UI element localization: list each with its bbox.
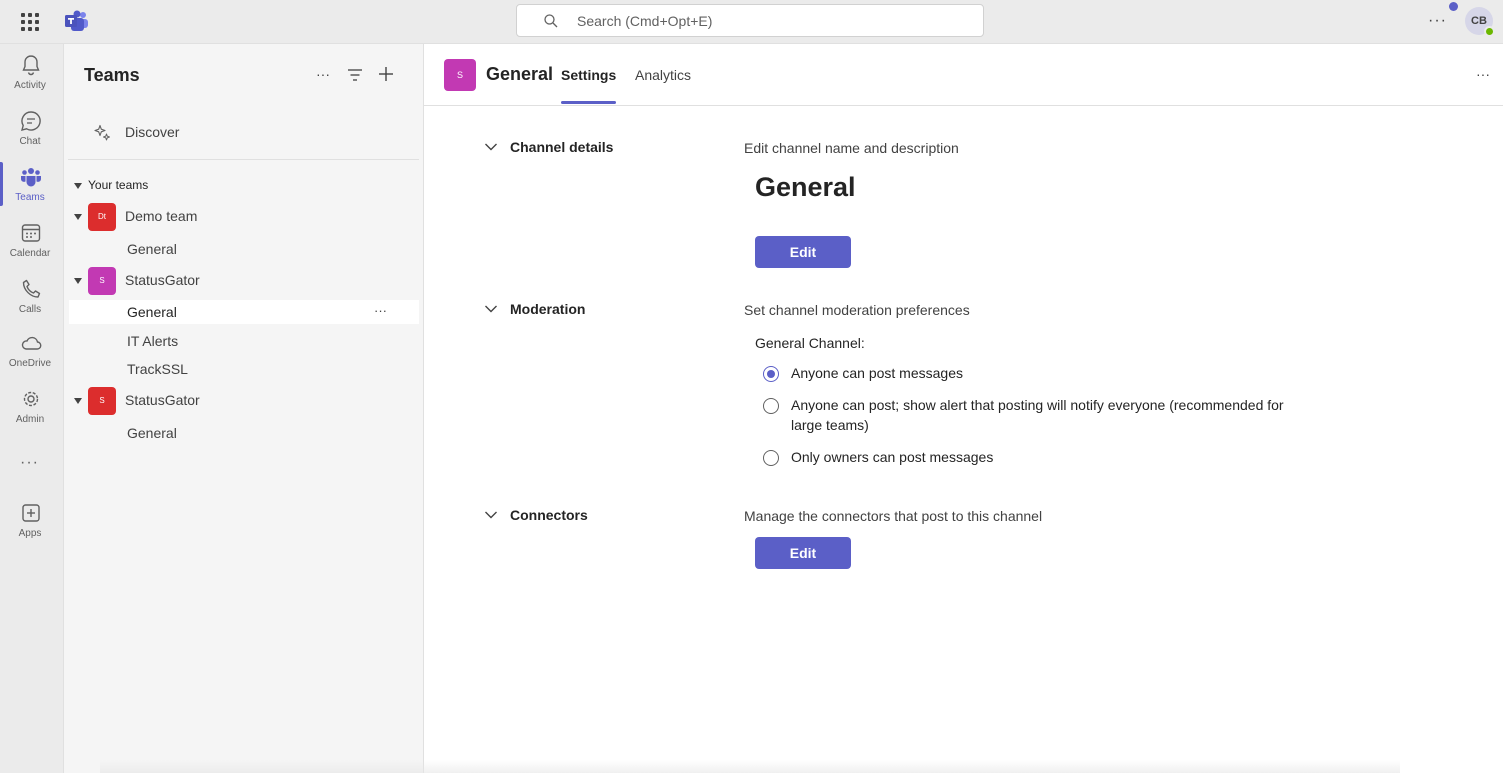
section-title: Moderation [510,301,586,317]
rail-label: OneDrive [8,358,52,369]
collapse-caret-icon [74,278,82,284]
radio-anyone-with-alert[interactable] [763,398,779,414]
team-row-statusgator-2[interactable]: S StatusGator [72,386,418,416]
channel-name: General [127,241,177,257]
rail-item-teams[interactable]: Teams [0,156,64,212]
search-icon [544,14,558,28]
avatar-initials: CB [1471,15,1487,27]
chevron-down-icon [485,143,497,151]
rail-label: Calendar [9,248,51,259]
channel-title: General [486,64,554,84]
rail-item-onedrive[interactable]: OneDrive [0,322,64,378]
section-title: Channel details [510,139,614,155]
rail-label: Chat [19,136,41,147]
channel-item-trackssl[interactable]: TrackSSL [69,357,419,381]
chat-icon [21,111,41,131]
team-avatar: Dt [88,203,116,231]
tab-analytics[interactable]: Analytics [635,67,691,83]
general-channel-label: General Channel: [755,335,865,351]
team-avatar: S [88,267,116,295]
teams-logo-icon [65,10,88,31]
edit-channel-button[interactable]: Edit [755,236,851,268]
collapse-caret-icon [74,182,82,189]
top-bar: Search (Cmd+Opt+E) ··· CB [0,0,1503,44]
rail-item-activity[interactable]: Activity [0,44,64,100]
collapse-caret-icon [74,398,82,404]
channel-more-icon[interactable]: ··· [374,303,387,318]
rail-item-chat[interactable]: Chat [0,100,64,156]
more-apps-icon[interactable]: ··· [20,454,39,472]
settings-more-icon[interactable]: ··· [1428,12,1447,30]
admin-gear-icon [23,391,39,407]
team-row-statusgator[interactable]: S StatusGator [72,266,418,296]
channel-item-general-selected[interactable]: General ··· [69,300,419,324]
channel-name: General [127,425,177,441]
discover-label: Discover [125,124,180,140]
radio-only-owners[interactable] [763,450,779,466]
section-description: Manage the connectors that post to this … [744,508,1043,524]
search-placeholder: Search (Cmd+Opt+E) [577,13,713,29]
rail-label: Teams [15,192,45,203]
rail-label: Activity [14,80,46,91]
channel-name: IT Alerts [127,333,179,349]
section-description: Edit channel name and description [744,140,959,156]
channel-item-general[interactable]: General [69,421,419,445]
team-avatar: S [88,387,116,415]
app-rail: Activity Chat Teams Calendar Calls OneDr… [0,44,64,773]
chevron-down-icon [485,511,497,519]
your-teams-section[interactable]: Your teams [74,178,148,192]
tab-settings[interactable]: Settings [561,67,617,104]
channel-settings: S General Settings Analytics ··· Channel… [424,44,1503,773]
add-icon[interactable] [378,66,394,82]
sparkle-icon [94,124,110,141]
search-input[interactable]: Search (Cmd+Opt+E) [516,4,984,37]
chevron-down-icon [485,305,497,313]
team-name: StatusGator [125,392,200,408]
panel-title: Teams [84,65,140,85]
header-more-icon[interactable]: ··· [1476,66,1490,82]
channel-name: General [127,304,177,320]
phone-icon [22,279,41,298]
rail-label: Admin [15,414,45,425]
radio-label: Anyone can post messages [791,365,963,381]
bell-icon [22,55,40,76]
rail-item-admin[interactable]: Admin [0,378,64,434]
divider [68,159,419,160]
avatar[interactable]: CB [1465,7,1495,37]
rail-item-apps[interactable]: Apps [0,492,64,548]
rail-label: Calls [18,304,42,315]
cloud-icon [21,336,42,350]
presence-available-icon [1484,26,1495,37]
channel-header: S General Settings Analytics ··· [424,44,1503,106]
channel-item-it-alerts[interactable]: IT Alerts [69,329,419,353]
channel-item-general[interactable]: General [69,237,419,261]
app-launcher-icon[interactable] [20,12,40,32]
radio-label: Only owners can post messages [791,449,994,465]
rail-label: Apps [18,528,42,539]
team-name: StatusGator [125,272,200,288]
add-app-icon [22,504,40,522]
teams-panel: Teams ··· Discover Your teams Dt Demo te… [64,44,424,773]
rail-item-calls[interactable]: Calls [0,268,64,324]
section-label: Your teams [88,178,149,192]
calendar-icon [21,224,41,242]
section-description: Set channel moderation preferences [744,302,970,318]
collapse-caret-icon [74,214,82,220]
notification-dot [1449,2,1458,11]
teams-icon [21,168,41,187]
team-name: Demo team [125,208,198,224]
channel-avatar: S [444,59,476,91]
filter-icon[interactable] [347,68,363,82]
channel-name: TrackSSL [127,361,188,377]
radio-label: Anyone can post; show alert that posting… [791,397,1284,433]
section-title: Connectors [510,507,588,523]
team-row-demo-team[interactable]: Dt Demo team [72,202,418,232]
bottom-shadow [100,760,1400,773]
rail-item-calendar[interactable]: Calendar [0,212,64,268]
edit-connectors-button[interactable]: Edit [755,537,851,569]
channel-name-display: General [755,172,856,202]
radio-anyone-can-post[interactable] [763,366,779,382]
panel-more-icon[interactable]: ··· [316,66,330,82]
